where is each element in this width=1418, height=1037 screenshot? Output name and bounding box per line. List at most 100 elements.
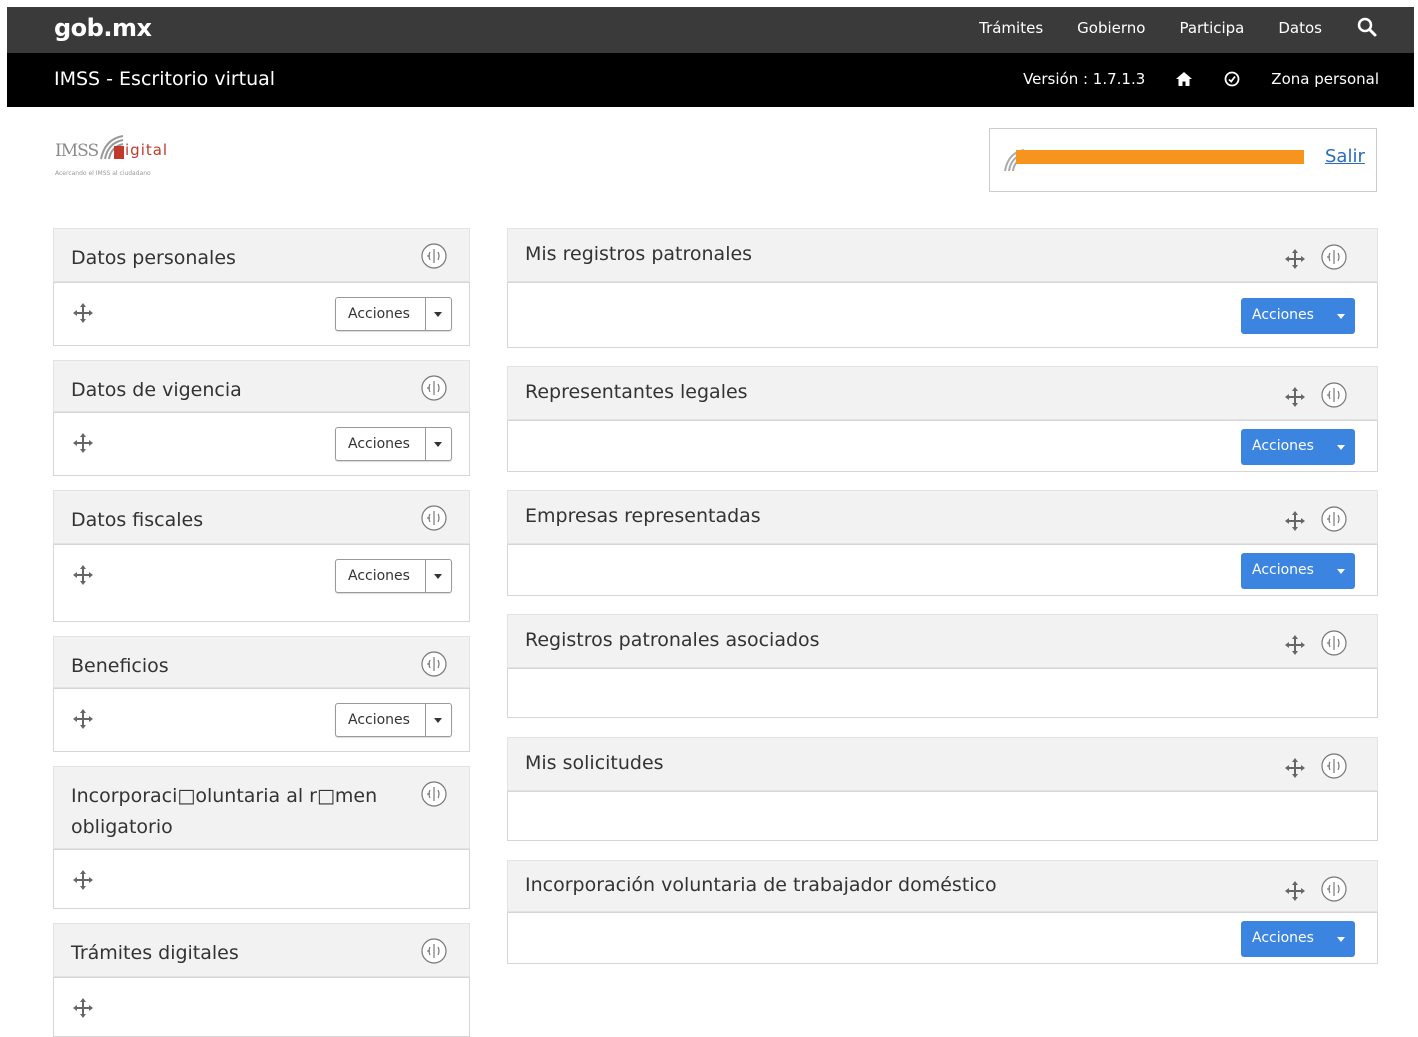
move-icon[interactable] (72, 302, 94, 324)
widget-body: Acciones (507, 420, 1378, 472)
acciones-dropdown[interactable]: Acciones (335, 297, 452, 331)
top-nav: Trámites Gobierno Participa Datos (945, 19, 1322, 37)
acciones-dropdown[interactable]: Acciones (1241, 553, 1355, 589)
expand-circle-icon[interactable] (1320, 752, 1348, 780)
widget-title: Datos personales (71, 247, 236, 269)
nav-datos[interactable]: Datos (1278, 19, 1322, 37)
widget-title: Incorporación voluntaria de trabajador d… (525, 874, 997, 896)
acciones-label: Acciones (1252, 930, 1314, 946)
dropdown-divider (425, 560, 426, 592)
widget-body: Acciones (53, 412, 470, 476)
nav-tramites[interactable]: Trámites (979, 19, 1043, 37)
imss-logo-text: IMSS (55, 141, 99, 161)
acciones-dropdown[interactable]: Acciones (335, 427, 452, 461)
dropdown-divider (425, 704, 426, 736)
home-icon[interactable] (1175, 70, 1193, 88)
acciones-dropdown[interactable]: Acciones (1241, 298, 1355, 334)
widget-body: Acciones (507, 282, 1378, 348)
widget-panel: Mis registros patronales Acciones (507, 228, 1378, 348)
expand-circle-icon[interactable] (420, 374, 448, 402)
move-icon[interactable] (72, 708, 94, 730)
expand-circle-icon[interactable] (1320, 381, 1348, 409)
acciones-label: Acciones (1252, 307, 1314, 323)
widget-title: Mis registros patronales (525, 243, 753, 265)
widget-body: Acciones (507, 912, 1378, 964)
expand-circle-icon[interactable] (1320, 875, 1348, 903)
imss-logo-icon (100, 135, 124, 160)
acciones-dropdown[interactable]: Acciones (1241, 921, 1355, 957)
widget-panel: Incorporación voluntaria de trabajador d… (507, 860, 1378, 964)
widget-title: Datos de vigencia (71, 379, 242, 401)
widget-panel: Mis solicitudes (507, 737, 1378, 841)
app-header-right: Versión : 1.7.1.3 Zona personal (1023, 70, 1379, 88)
move-icon[interactable] (72, 564, 94, 586)
acciones-label: Acciones (348, 712, 410, 728)
widget-body (53, 849, 470, 909)
search-icon[interactable] (1356, 16, 1378, 38)
acciones-label: Acciones (1252, 562, 1314, 578)
move-icon[interactable] (1284, 248, 1306, 270)
widget-body (53, 977, 470, 1037)
widget-title: Datos fiscales (71, 509, 204, 531)
expand-circle-icon[interactable] (1320, 629, 1348, 657)
widget-panel: Incorporaci□oluntaria al r□men obligator… (53, 766, 470, 909)
widget-panel: Beneficios Acciones (53, 636, 470, 752)
expand-circle-icon[interactable] (1320, 243, 1348, 271)
acciones-dropdown[interactable]: Acciones (335, 559, 452, 593)
logo-tagline: Acercando el IMSS al ciudadano (55, 170, 151, 177)
widget-header: Mis registros patronales (507, 228, 1378, 282)
expand-circle-icon[interactable] (420, 504, 448, 532)
user-box: Salir (989, 128, 1377, 192)
widget-title: Empresas representadas (525, 505, 761, 527)
move-icon[interactable] (1284, 510, 1306, 532)
widget-header: Datos personales (53, 228, 470, 282)
acciones-label: Acciones (348, 306, 410, 322)
move-icon[interactable] (1284, 386, 1306, 408)
acciones-dropdown[interactable]: Acciones (335, 703, 452, 737)
move-icon[interactable] (1284, 634, 1306, 656)
app-title: IMSS - Escritorio virtual (54, 68, 276, 90)
expand-circle-icon[interactable] (420, 937, 448, 965)
move-icon[interactable] (1284, 880, 1306, 902)
acciones-label: Acciones (348, 568, 410, 584)
widget-body (507, 791, 1378, 841)
version-label: Versión : 1.7.1.3 (1023, 70, 1146, 88)
dropdown-divider (425, 428, 426, 460)
move-icon[interactable] (72, 869, 94, 891)
widget-body: Acciones (53, 282, 470, 346)
expand-circle-icon[interactable] (420, 780, 448, 808)
expand-circle-icon[interactable] (420, 650, 448, 678)
widget-title: Registros patronales asociados (525, 629, 820, 651)
nav-gobierno[interactable]: Gobierno (1077, 19, 1145, 37)
widget-header: Mis solicitudes (507, 737, 1378, 791)
widget-body: Acciones (53, 688, 470, 752)
caret-down-icon (434, 442, 442, 447)
widget-panel: Representantes legales Acciones (507, 366, 1378, 472)
clock-icon[interactable] (1223, 70, 1241, 88)
move-icon[interactable] (1284, 757, 1306, 779)
move-icon[interactable] (72, 432, 94, 454)
widget-title: Representantes legales (525, 381, 748, 403)
caret-down-icon (434, 718, 442, 723)
widget-header: Beneficios (53, 636, 470, 688)
widget-header: Registros patronales asociados (507, 614, 1378, 668)
gobmx-header: gob.mx Trámites Gobierno Participa Datos (7, 7, 1414, 53)
widget-body (507, 668, 1378, 718)
widget-panel: Datos de vigencia Acciones (53, 360, 470, 476)
move-icon[interactable] (72, 997, 94, 1019)
caret-down-icon (1337, 445, 1345, 450)
caret-down-icon (434, 574, 442, 579)
widget-panel: Registros patronales asociados (507, 614, 1378, 718)
expand-circle-icon[interactable] (1320, 505, 1348, 533)
widget-body: Acciones (53, 544, 470, 622)
zona-personal-link[interactable]: Zona personal (1271, 70, 1379, 88)
imss-digital-logo: IMSS igital Acercando el IMSS al ciudada… (55, 133, 205, 183)
expand-circle-icon[interactable] (420, 242, 448, 270)
nav-participa[interactable]: Participa (1179, 19, 1244, 37)
logout-link[interactable]: Salir (1325, 146, 1365, 167)
gobmx-logo[interactable]: gob.mx (54, 14, 152, 42)
acciones-label: Acciones (1252, 438, 1314, 454)
acciones-dropdown[interactable]: Acciones (1241, 429, 1355, 465)
widget-header: Trámites digitales (53, 923, 470, 977)
redacted-username (1016, 150, 1304, 164)
